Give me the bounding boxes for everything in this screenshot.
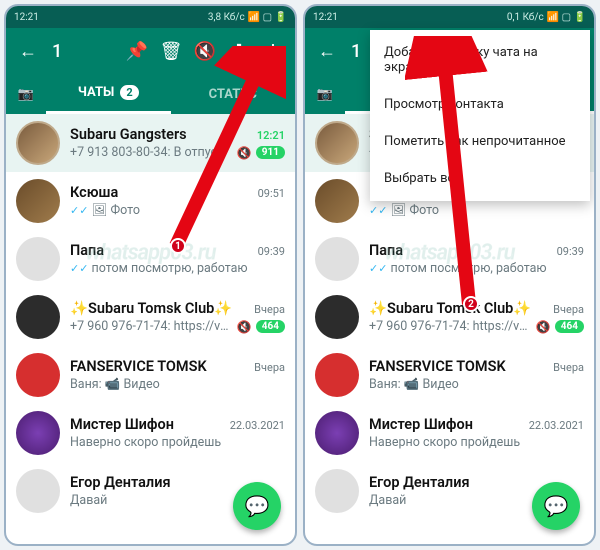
avatar[interactable] (315, 121, 359, 165)
avatar[interactable] (16, 353, 60, 397)
muted-icon: 🔇 (536, 320, 551, 334)
avatar[interactable] (16, 121, 60, 165)
annotation-badge-2: 2 (463, 296, 479, 312)
camera-icon[interactable]: 📷 (305, 87, 345, 102)
menu-mark-unread[interactable]: Пометить как непрочитанное (370, 123, 590, 160)
muted-icon: 🔇 (237, 146, 252, 160)
avatar[interactable] (315, 353, 359, 397)
new-chat-fab[interactable]: 💬 (532, 482, 580, 530)
overflow-menu: Добавить иконку чата на экран Просмотр к… (370, 30, 590, 201)
avatar[interactable] (315, 179, 359, 223)
selection-count: 1 (52, 41, 113, 62)
unread-badge: 911 (256, 146, 285, 159)
menu-view-contact[interactable]: Просмотр контакта (370, 86, 590, 123)
muted-icon: 🔇 (237, 320, 252, 334)
status-right: 3,8 Кб/с📶 ▢ 🔋 (208, 12, 287, 23)
status-time: 12:21 (14, 12, 39, 23)
tab-chats[interactable]: ЧАТЫ 2 (46, 74, 171, 114)
menu-add-shortcut[interactable]: Добавить иконку чата на экран (370, 34, 590, 86)
back-icon[interactable]: ← (317, 41, 337, 62)
chat-item[interactable]: Мистер Шифон22.03.2021 Наверно скоро про… (6, 404, 295, 462)
archive-icon[interactable]: ⬇ (229, 41, 249, 62)
new-chat-fab[interactable]: 💬 (233, 482, 281, 530)
phone-right: 12:21 0,1 Кб/с📶 ▢ 🔋 ← 1 📷 ЧАТЬ Добавить … (303, 4, 596, 546)
menu-select-all[interactable]: Выбрать все (370, 160, 590, 197)
avatar[interactable] (315, 411, 359, 455)
tab-bar: 📷 ЧАТЫ 2 СТАТУС (6, 74, 295, 114)
avatar[interactable] (16, 469, 60, 513)
watermark: whatsapp03.ru (85, 241, 215, 266)
chat-item[interactable]: ✨Subaru Tomsk Club✨Вчера +7 960 976-71-7… (6, 288, 295, 346)
camera-icon[interactable]: 📷 (6, 87, 46, 102)
chats-badge: 2 (120, 85, 138, 100)
chat-item[interactable]: FANSERVICE TOMSKВчера Ваня: 📹 Видео (305, 346, 594, 404)
chat-item[interactable]: FANSERVICE TOMSKВчера Ваня: 📹 Видео (6, 346, 295, 404)
avatar[interactable] (16, 411, 60, 455)
avatar[interactable] (315, 295, 359, 339)
selection-toolbar: ← 1 📌 🗑 🔇 ⬇ ⋮ (6, 28, 295, 74)
annotation-badge-1: 1 (170, 238, 186, 254)
chat-item[interactable]: Subaru Gangsters12:21 +7 913 803-80-34: … (6, 114, 295, 172)
status-time: 12:21 (313, 12, 338, 23)
avatar[interactable] (16, 237, 60, 281)
tab-status[interactable]: СТАТУС (171, 74, 296, 114)
unread-badge: 464 (256, 320, 285, 333)
overflow-icon[interactable]: ⋮ (263, 41, 283, 62)
pin-icon[interactable]: 📌 (127, 41, 147, 62)
chat-item[interactable]: ✨Subaru Tomsk Club✨Вчера +7 960 976-71-7… (305, 288, 594, 346)
chat-list: Subaru Gangsters12:21 +7 913 803-80-34: … (6, 114, 295, 520)
avatar[interactable] (315, 237, 359, 281)
avatar[interactable] (315, 469, 359, 513)
ticks-icon: ✓✓ (70, 204, 88, 217)
avatar[interactable] (16, 179, 60, 223)
status-bar: 12:21 3,8 Кб/с📶 ▢ 🔋 (6, 6, 295, 28)
delete-icon[interactable]: 🗑 (161, 41, 181, 62)
back-icon[interactable]: ← (18, 41, 38, 62)
phone-left: 12:21 3,8 Кб/с📶 ▢ 🔋 ← 1 📌 🗑 🔇 ⬇ ⋮ 📷 ЧАТЫ… (4, 4, 297, 546)
status-bar: 12:21 0,1 Кб/с📶 ▢ 🔋 (305, 6, 594, 28)
watermark: whatsapp03.ru (384, 241, 514, 266)
avatar[interactable] (16, 295, 60, 339)
chat-item[interactable]: Мистер Шифон22.03.2021 Наверно скоро про… (305, 404, 594, 462)
mute-icon[interactable]: 🔇 (195, 41, 215, 62)
chat-item[interactable]: Ксюша09:51 ✓✓ 🖼 Фото (6, 172, 295, 230)
